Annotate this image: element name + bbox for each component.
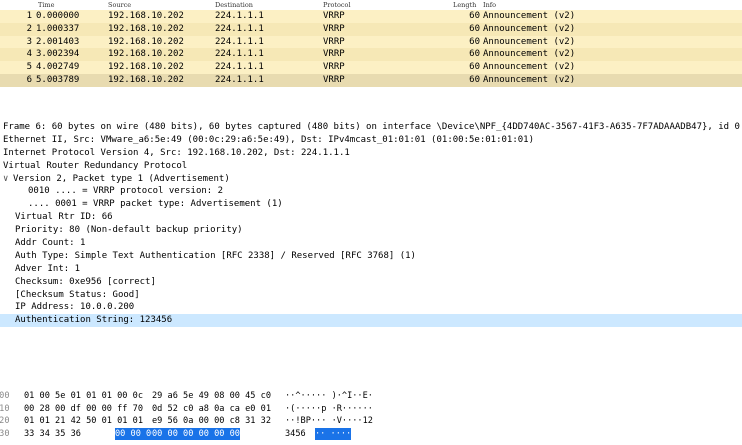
column-header-info[interactable]: Info [483,0,496,10]
packet-protocol: VRRP [323,74,345,85]
detail-addr-count[interactable]: Addr Count: 1 [0,237,742,250]
column-header-length[interactable]: Length [453,0,476,10]
detail-vrrp[interactable]: Virtual Router Redundancy Protocol [0,160,742,173]
chevron-down-icon[interactable]: ∨ [3,173,13,186]
hex-row[interactable]: 000 01 00 5e 01 01 01 00 0c 29 a6 5e 49 … [0,390,742,403]
detail-adver-int[interactable]: Adver Int: 1 [0,263,742,276]
packet-destination: 224.1.1.1 [215,74,264,85]
packet-protocol: VRRP [323,23,345,34]
packet-time: 4.002749 [36,62,80,73]
detail-ethernet[interactable]: Ethernet II, Src: VMware_a6:5e:49 (00:0c… [0,134,742,147]
packet-length: 60 [469,49,480,60]
hex-bytes: 33 34 35 36 [24,428,81,439]
detail-packet-type[interactable]: .... 0001 = VRRP packet type: Advertisem… [0,198,742,211]
detail-ip-address[interactable]: IP Address: 10.0.0.200 [0,301,742,314]
packet-length: 60 [469,36,480,47]
hex-ascii-highlighted: ·· ···· [315,427,352,441]
packet-info: Announcement (v2) [483,74,576,85]
packet-time: 0.000000 [36,11,80,21]
hex-ascii: 3456 [285,428,306,439]
packet-list-pane: Time Source Destination Protocol Length … [0,0,742,90]
detail-priority[interactable]: Priority: 80 (Non-default backup priorit… [0,224,742,237]
packet-time: 2.001403 [36,36,80,47]
packet-protocol: VRRP [323,49,345,60]
hex-offset: 010 [0,403,10,414]
hex-dump-pane: 000 01 00 5e 01 01 01 00 0c 29 a6 5e 49 … [0,390,742,445]
packet-destination: 224.1.1.1 [215,49,264,60]
detail-version-label: Version 2, Packet type 1 (Advertisement) [13,173,230,184]
packet-row-selected[interactable]: 6 5.003789 192.168.10.202 224.1.1.1 VRRP… [0,73,742,87]
detail-frame[interactable]: Frame 6: 60 bytes on wire (480 bits), 60… [0,121,742,134]
column-header-time[interactable]: Time [38,0,54,10]
packet-length: 60 [469,11,480,21]
hex-bytes: e9 56 0a 00 00 c8 31 32 [152,416,271,427]
packet-info: Announcement (v2) [483,36,576,47]
packet-source: 192.168.10.202 [108,62,184,73]
packet-destination: 224.1.1.1 [215,23,264,34]
hex-bytes-highlighted: 00 00 00 00 00 00 [152,427,240,441]
packet-length: 60 [469,74,480,85]
packet-destination: 224.1.1.1 [215,11,264,21]
packet-row[interactable]: 3 2.001403 192.168.10.202 224.1.1.1 VRRP… [0,35,742,49]
detail-rtr-id[interactable]: Virtual Rtr ID: 66 [0,211,742,224]
packet-source: 192.168.10.202 [108,36,184,47]
column-header-protocol[interactable]: Protocol [323,0,351,10]
packet-info: Announcement (v2) [483,49,576,60]
packet-protocol: VRRP [323,62,345,73]
hex-offset: 030 [0,428,10,439]
packet-row[interactable]: 2 1.000337 192.168.10.202 224.1.1.1 VRRP… [0,22,742,36]
packet-row[interactable]: 5 4.002749 192.168.10.202 224.1.1.1 VRRP… [0,61,742,74]
packet-source: 192.168.10.202 [108,11,184,21]
packet-info: Announcement (v2) [483,23,576,34]
detail-auth-type[interactable]: Auth Type: Simple Text Authentication [R… [0,250,742,263]
packet-time: 3.002394 [36,49,80,60]
hex-bytes: 29 a6 5e 49 08 00 45 c0 [152,391,271,401]
hex-row[interactable]: 010 00 28 00 df 00 00 ff 70 0d 52 c0 a8 … [0,403,742,416]
detail-checksum-status[interactable]: [Checksum Status: Good] [0,289,742,302]
hex-ascii: ··!BP··· ·V····12 [285,416,373,427]
packet-info: Announcement (v2) [483,11,576,21]
packet-no: 5 [26,62,32,73]
hex-ascii: ·(·····p ·R······ [285,403,373,414]
packet-source: 192.168.10.202 [108,49,184,60]
hex-bytes: 00 28 00 df 00 00 ff 70 [24,403,143,414]
hex-ascii: ··^····· )·^I··E· [285,391,373,401]
packet-destination: 224.1.1.1 [215,36,264,47]
packet-protocol: VRRP [323,36,345,47]
detail-version[interactable]: ∨ Version 2, Packet type 1 (Advertisement… [0,173,742,186]
hex-offset: 000 [0,391,10,401]
column-header-destination[interactable]: Destination [215,0,253,10]
packet-length: 60 [469,23,480,34]
packet-no: 1 [26,11,32,21]
packet-details-pane: Frame 6: 60 bytes on wire (480 bits), 60… [0,121,742,331]
packet-source: 192.168.10.202 [108,23,184,34]
packet-row[interactable]: 1 0.000000 192.168.10.202 224.1.1.1 VRRP… [0,10,742,23]
packet-length: 60 [469,62,480,73]
packet-protocol: VRRP [323,11,345,21]
detail-proto-version[interactable]: 0010 .... = VRRP protocol version: 2 [0,185,742,198]
packet-info: Announcement (v2) [483,62,576,73]
hex-bytes: 01 01 21 42 50 01 01 01 [24,416,143,427]
packet-destination: 224.1.1.1 [215,62,264,73]
hex-row[interactable]: 020 01 01 21 42 50 01 01 01 e9 56 0a 00 … [0,415,742,428]
packet-no: 2 [26,23,32,34]
packet-no: 4 [26,49,32,60]
packet-source: 192.168.10.202 [108,74,184,85]
hex-bytes: 01 00 5e 01 01 01 00 0c [24,391,143,401]
detail-ip[interactable]: Internet Protocol Version 4, Src: 192.16… [0,147,742,160]
packet-no: 3 [26,36,32,47]
hex-offset: 020 [0,416,10,427]
column-header-source[interactable]: Source [108,0,131,10]
detail-auth-string-selected[interactable]: Authentication String: 123456 [0,314,742,328]
hex-bytes: 0d 52 c0 a8 0a ca e0 01 [152,403,271,414]
detail-checksum[interactable]: Checksum: 0xe956 [correct] [0,276,742,289]
packet-time: 5.003789 [36,74,80,85]
packet-no: 6 [26,74,32,85]
packet-row[interactable]: 4 3.002394 192.168.10.202 224.1.1.1 VRRP… [0,48,742,62]
hex-row[interactable]: 030 33 34 35 36 00 00 00 00 00 00 00 00 … [0,427,742,441]
packet-time: 1.000337 [36,23,80,34]
